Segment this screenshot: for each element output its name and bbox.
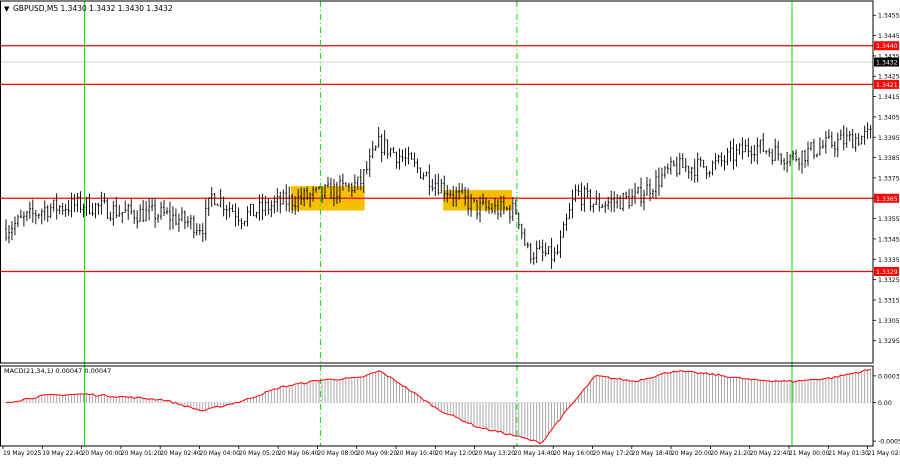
price-tick-label: 1.3405 [878, 114, 900, 121]
price-tick-label: 1.3305 [878, 318, 900, 325]
time-tick-label: 19 May 2025 [3, 451, 42, 457]
time-tick-label: 20 May 12:00 [435, 451, 476, 457]
time-tick-label: 20 May 00:00 [82, 451, 123, 457]
macd-title: MACD(21,34,1) 0.00047 0.00047 [4, 367, 111, 375]
time-tick-label: 20 May 16:00 [553, 451, 594, 457]
price-tick-label: 1.3385 [878, 155, 900, 162]
chart-menu-icon[interactable]: ▼ [4, 5, 10, 13]
chart-canvas: 1.34551.34451.34351.34251.34151.34051.33… [0, 0, 900, 460]
level-label-1.3365: 1.3365 [876, 196, 898, 203]
price-tick-label: 1.3315 [878, 297, 900, 304]
page-background [0, 0, 900, 460]
time-tick-label: 20 May 06:40 [278, 451, 319, 457]
time-tick-label: 20 May 08:00 [317, 451, 358, 457]
time-tick-label: 20 May 04:00 [200, 451, 241, 457]
time-tick-label: 20 May 05:20 [239, 451, 280, 457]
time-tick-label: 20 May 18:40 [632, 451, 673, 457]
time-tick-label: 20 May 10:40 [396, 451, 437, 457]
time-tick-label: 21 May 00:00 [789, 451, 830, 457]
price-tick-label: 1.3425 [878, 74, 900, 81]
chart-background [0, 0, 900, 460]
time-tick-label: 20 May 14:40 [514, 451, 555, 457]
macd-tick-label: 0.00038 [878, 373, 900, 380]
time-tick-label: 19 May 22:40 [42, 451, 83, 457]
price-tick-label: 1.3455 [878, 13, 900, 20]
level-label-1.3421: 1.3421 [876, 82, 898, 89]
price-tick-label: 1.3445 [878, 33, 900, 40]
chart-title: GBPUSD,M5 1.3430 1.3432 1.3430 1.3432 [13, 4, 173, 13]
time-tick-label: 20 May 22:40 [750, 451, 791, 457]
time-tick-label: 20 May 02:40 [160, 451, 201, 457]
time-tick-label: 20 May 01:20 [121, 451, 162, 457]
time-tick-label: 20 May 13:20 [475, 451, 516, 457]
price-tick-label: 1.3325 [878, 277, 900, 284]
chart-window: 1.3455 1.3445 1.3435 1.3425 1.3415 1.3405 1.33… [0, 0, 900, 460]
price-tick-label: 1.3355 [878, 216, 900, 223]
price-tick-label: 1.3295 [878, 338, 900, 345]
time-tick-label: 20 May 09:20 [357, 451, 398, 457]
macd-header: MACD(21,34,1) 0.00047 0.00047 [4, 367, 111, 375]
macd-tick-label: -0.00055 [878, 439, 900, 446]
price-tick-label: 1.3345 [878, 236, 900, 243]
time-tick-label: 20 May 20:00 [671, 451, 712, 457]
level-label-1.3440: 1.3440 [876, 43, 898, 50]
level-label-1.3329: 1.3329 [876, 269, 898, 276]
price-tick-label: 1.3395 [878, 135, 900, 142]
time-tick-label: 20 May 17:20 [593, 451, 634, 457]
price-tick-label: 1.3335 [878, 257, 900, 264]
price-tick-label: 1.3415 [878, 94, 900, 101]
time-tick-label: 20 May 21:20 [710, 451, 751, 457]
chart-header: ▼ GBPUSD,M5 1.3430 1.3432 1.3430 1.3432 [4, 4, 173, 13]
price-tick-label: 1.3375 [878, 175, 900, 182]
time-tick-label: 21 May 01:30 [828, 451, 869, 457]
time-tick-label: 21 May 02:50 [868, 451, 900, 457]
current-price-label: 1.3432 [876, 60, 898, 67]
macd-tick-label: 0.00 [878, 400, 892, 407]
